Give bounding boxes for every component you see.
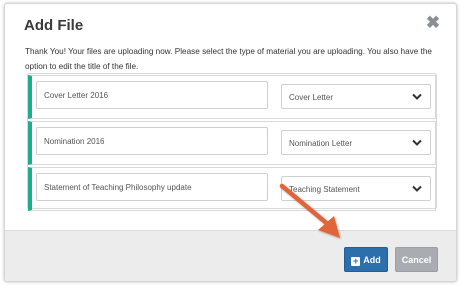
file-row: Teaching Statement <box>28 167 436 211</box>
material-type-select[interactable]: Cover Letter <box>281 84 431 109</box>
chevron-down-icon <box>412 139 422 146</box>
dialog-title: Add File <box>24 17 84 34</box>
plus-square-icon: + <box>351 256 361 266</box>
file-list: Cover Letter Nomination Letter Teaching … <box>27 73 437 211</box>
chevron-down-icon <box>412 93 422 100</box>
chevron-down-icon <box>412 185 422 192</box>
material-type-select[interactable]: Teaching Statement <box>281 176 431 201</box>
dialog-intro: Thank You! Your files are uploading now.… <box>25 47 432 71</box>
material-type-value: Cover Letter <box>289 93 334 102</box>
dialog-footer: + Add Cancel <box>5 230 456 281</box>
material-type-select[interactable]: Nomination Letter <box>281 130 431 155</box>
file-title-input[interactable] <box>36 127 268 155</box>
cancel-button[interactable]: Cancel <box>395 247 438 272</box>
add-file-dialog: Add File ✖ Thank You! Your files are upl… <box>4 3 457 282</box>
material-type-value: Nomination Letter <box>289 139 353 148</box>
close-icon[interactable]: ✖ <box>425 14 441 32</box>
cancel-button-label: Cancel <box>401 255 432 265</box>
file-row: Cover Letter <box>28 75 436 119</box>
add-button-label: Add <box>363 255 381 265</box>
material-type-value: Teaching Statement <box>289 185 360 194</box>
file-title-input[interactable] <box>36 173 268 201</box>
add-button[interactable]: + Add <box>344 247 388 272</box>
file-row: Nomination Letter <box>28 121 436 165</box>
file-title-input[interactable] <box>36 81 268 109</box>
